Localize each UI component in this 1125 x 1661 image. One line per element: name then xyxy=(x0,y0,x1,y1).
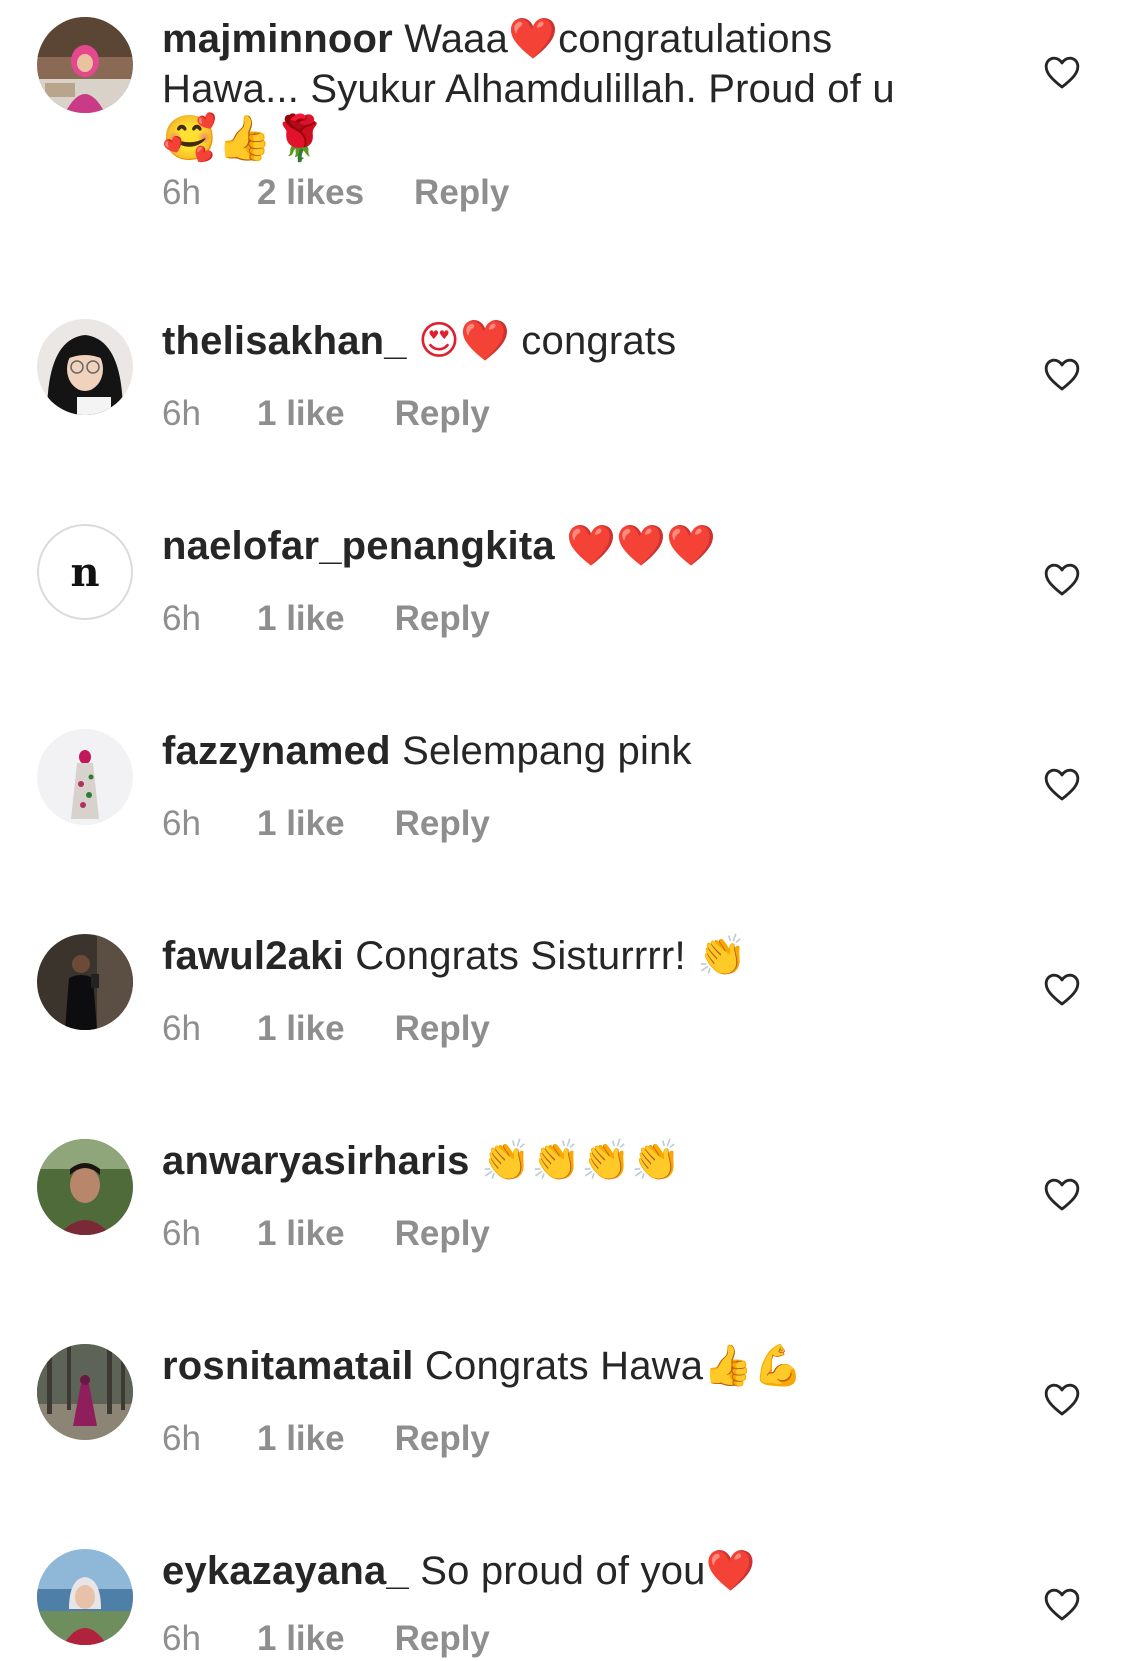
comment-likes[interactable]: 1 like xyxy=(257,1214,345,1254)
reply-button[interactable]: Reply xyxy=(395,804,490,844)
avatar-photo xyxy=(37,934,133,1030)
comment-body: Congrats Sisturrrr! xyxy=(355,934,686,978)
comment-body: So proud of you xyxy=(420,1549,706,1593)
comment-likes[interactable]: 1 like xyxy=(257,1619,345,1659)
avatar-photo xyxy=(37,729,133,825)
comment-meta: 6h 1 like Reply xyxy=(162,394,490,434)
avatar-photo xyxy=(37,17,133,113)
comment-time: 6h xyxy=(162,173,201,212)
comment-text: fawul2aki Congrats Sisturrrr! 👏 xyxy=(162,931,962,981)
comment-time: 6h xyxy=(162,1214,201,1253)
comment-body: Congrats Hawa xyxy=(424,1344,704,1388)
comment-username[interactable]: rosnitamatail xyxy=(162,1344,414,1388)
comment-time: 6h xyxy=(162,1419,201,1458)
comment-text: anwaryasirharis 👏👏👏👏 xyxy=(162,1136,962,1186)
comment-emojis: 🥰👍🌹 xyxy=(162,113,327,164)
comment-text: fazzynamed Selempang pink xyxy=(162,726,962,776)
heart-outline-icon[interactable] xyxy=(1043,356,1081,392)
comment-time: 6h xyxy=(162,1619,201,1658)
heart-outline-icon[interactable] xyxy=(1043,971,1081,1007)
heart-outline-icon[interactable] xyxy=(1043,1381,1081,1417)
reply-button[interactable]: Reply xyxy=(395,1214,490,1254)
comment-username[interactable]: naelofar_penangkita xyxy=(162,524,555,568)
comment-body: congratulations xyxy=(558,17,833,61)
comment-time: 6h xyxy=(162,394,201,433)
reply-button[interactable]: Reply xyxy=(414,173,509,213)
comment-username[interactable]: fawul2aki xyxy=(162,934,344,978)
comment-meta: 6h 1 like Reply xyxy=(162,1009,490,1049)
comment-text: thelisakhan_ 😍❤️ congrats xyxy=(162,316,962,366)
comment-body: Hawa... Syukur Alhamdulillah. Proud of u xyxy=(162,67,895,111)
avatar-photo xyxy=(37,319,133,415)
reply-button[interactable]: Reply xyxy=(395,1619,490,1659)
avatar-photo xyxy=(37,1139,133,1235)
comment-emojis: ❤️ xyxy=(705,1548,756,1594)
comment-text: majminnoor Waaa❤️congratulations Hawa...… xyxy=(162,14,962,165)
heart-outline-icon[interactable] xyxy=(1043,54,1081,90)
comment-body: congrats xyxy=(521,319,677,363)
heart-outline-icon[interactable] xyxy=(1043,766,1081,802)
heart-emoji: ❤️ xyxy=(508,16,559,62)
avatar-photo xyxy=(37,1549,133,1645)
comment-time: 6h xyxy=(162,1009,201,1048)
avatar[interactable] xyxy=(37,319,133,415)
avatar-logo-letter: n xyxy=(70,548,100,596)
comment-meta: 6h 2 likes Reply xyxy=(162,173,509,213)
avatar[interactable] xyxy=(37,1549,133,1645)
comment-text: naelofar_penangkita ❤️❤️❤️ xyxy=(162,521,962,571)
comment-text: rosnitamatail Congrats Hawa👍💪 xyxy=(162,1341,962,1391)
heart-outline-icon[interactable] xyxy=(1043,1586,1081,1622)
comment-body: Selempang pink xyxy=(402,729,692,773)
comment-meta: 6h 1 like Reply xyxy=(162,1419,490,1459)
avatar-photo xyxy=(37,1344,133,1440)
comment-emojis: 👏 xyxy=(697,933,748,979)
heart-outline-icon[interactable] xyxy=(1043,1176,1081,1212)
comment-meta: 6h 1 like Reply xyxy=(162,804,490,844)
reply-button[interactable]: Reply xyxy=(395,1009,490,1049)
avatar[interactable] xyxy=(37,729,133,825)
comment-time: 6h xyxy=(162,804,201,843)
reply-button[interactable]: Reply xyxy=(395,599,490,639)
comment-text: eykazayana_ So proud of you❤️ xyxy=(162,1546,962,1596)
comment-meta: 6h 1 like Reply xyxy=(162,599,490,639)
comment-username[interactable]: eykazayana_ xyxy=(162,1549,409,1593)
avatar[interactable] xyxy=(37,934,133,1030)
comment-likes[interactable]: 1 like xyxy=(257,1419,345,1459)
comment-username[interactable]: anwaryasirharis xyxy=(162,1139,470,1183)
comment-emojis: 😍❤️ xyxy=(418,318,510,364)
heart-outline-icon[interactable] xyxy=(1043,561,1081,597)
comment-time: 6h xyxy=(162,599,201,638)
avatar[interactable] xyxy=(37,1139,133,1235)
avatar[interactable] xyxy=(37,17,133,113)
comment-likes[interactable]: 1 like xyxy=(257,599,345,639)
comment-username[interactable]: fazzynamed xyxy=(162,729,391,773)
avatar[interactable] xyxy=(37,1344,133,1440)
comment-meta: 6h 1 like Reply xyxy=(162,1214,490,1254)
reply-button[interactable]: Reply xyxy=(395,394,490,434)
reply-button[interactable]: Reply xyxy=(395,1419,490,1459)
comment-likes[interactable]: 1 like xyxy=(257,394,345,434)
comment-body: Waaa xyxy=(404,17,509,61)
avatar[interactable]: n xyxy=(37,524,133,620)
comment-meta: 6h 1 like Reply xyxy=(162,1619,490,1659)
comment-emojis: 👍💪 xyxy=(703,1343,804,1389)
comment-emojis: ❤️❤️❤️ xyxy=(566,523,717,569)
comment-likes[interactable]: 2 likes xyxy=(257,173,364,213)
comment-username[interactable]: majminnoor xyxy=(162,17,393,61)
comment-emojis: 👏👏👏👏 xyxy=(480,1138,681,1184)
comment-likes[interactable]: 1 like xyxy=(257,1009,345,1049)
comment-likes[interactable]: 1 like xyxy=(257,804,345,844)
comment-username[interactable]: thelisakhan_ xyxy=(162,319,407,363)
